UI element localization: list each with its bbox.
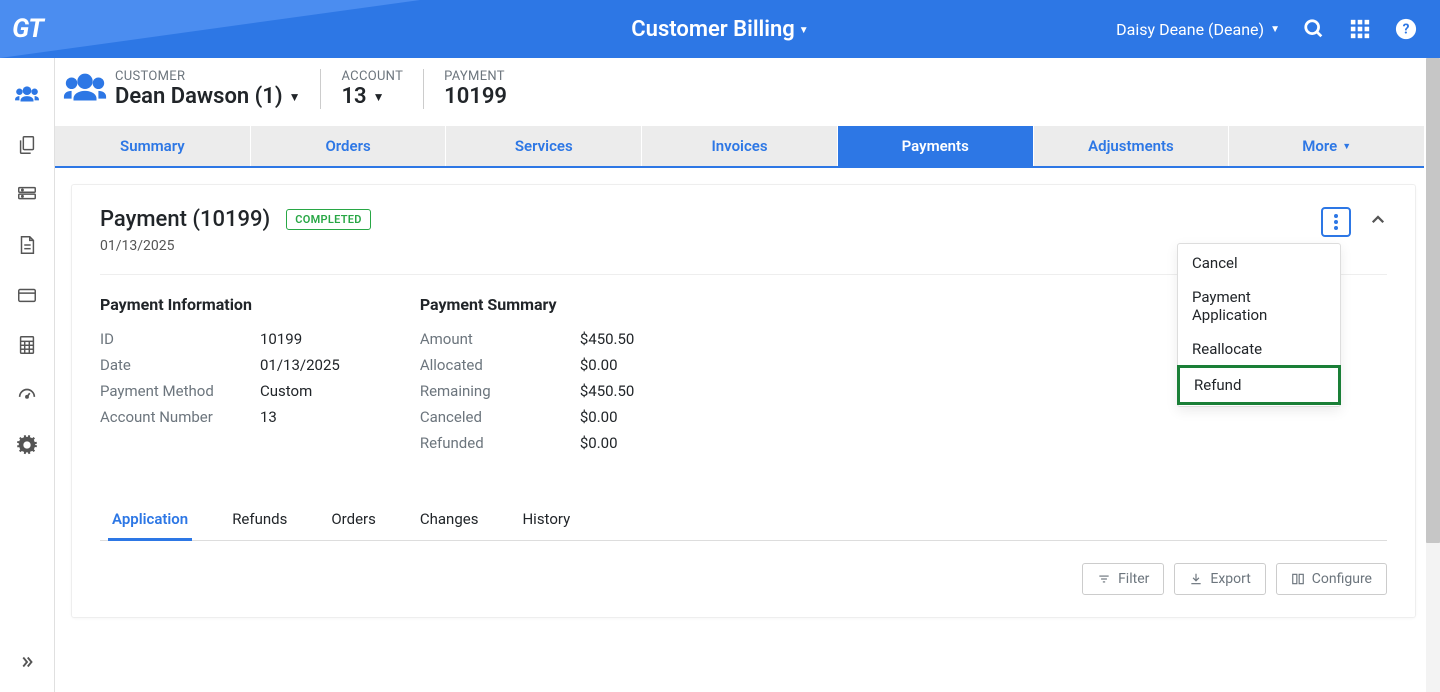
tab-adjustments[interactable]: Adjustments [1033, 126, 1229, 166]
payment-info-title: Payment Information [100, 295, 340, 314]
subtab-application[interactable]: Application [108, 500, 192, 541]
info-method-value: Custom [260, 382, 312, 400]
filter-button[interactable]: Filter [1082, 563, 1164, 595]
summary-amount-value: $450.50 [580, 330, 635, 348]
caret-down-icon: ▼ [1342, 141, 1351, 152]
summary-amount-label: Amount [420, 330, 580, 348]
subtab-orders[interactable]: Orders [327, 500, 380, 540]
collapse-card-button[interactable] [1369, 211, 1387, 233]
subtab-changes[interactable]: Changes [416, 500, 483, 540]
dropdown-item-reallocate[interactable]: Reallocate [1178, 332, 1340, 366]
customer-icon [55, 66, 115, 112]
tab-more[interactable]: More ▼ [1228, 126, 1424, 166]
info-method-label: Payment Method [100, 382, 260, 400]
tab-invoices[interactable]: Invoices [641, 126, 837, 166]
payment-summary-column: Payment Summary Amount$450.50 Allocated$… [420, 295, 635, 460]
info-account-value: 13 [260, 408, 277, 426]
card-title: Payment (10199) [100, 207, 270, 232]
status-badge: COMPLETED [286, 209, 371, 230]
subtab-history[interactable]: History [518, 500, 574, 540]
top-bar-right: Daisy Deane (Deane) ▼ ? [1116, 17, 1440, 41]
account-label: ACCOUNT [341, 69, 403, 84]
apps-grid-icon[interactable] [1348, 17, 1372, 41]
dropdown-item-payment-application[interactable]: Payment Application [1178, 280, 1340, 332]
sidebar-item-copy[interactable] [0, 120, 55, 170]
svg-text:?: ? [1403, 22, 1410, 38]
sidebar-item-settings[interactable] [0, 420, 55, 470]
summary-allocated-value: $0.00 [580, 356, 618, 374]
customer-value: Dean Dawson (1) [115, 84, 283, 109]
logo-area[interactable]: GT [0, 0, 55, 58]
user-name: Daisy Deane (Deane) [1116, 20, 1264, 39]
app-logo: GT [12, 14, 43, 44]
tab-payments[interactable]: Payments [837, 126, 1033, 166]
sidebar-item-customers[interactable] [0, 70, 55, 120]
table-toolbar: Filter Export Configure [100, 563, 1387, 595]
sidebar-item-dashboard[interactable] [0, 370, 55, 420]
dropdown-item-cancel[interactable]: Cancel [1178, 246, 1340, 280]
summary-remaining-value: $450.50 [580, 382, 635, 400]
header-accent [0, 0, 420, 58]
left-sidebar [0, 58, 55, 692]
header-customer-block[interactable]: CUSTOMER Dean Dawson (1) ▼ [115, 69, 320, 109]
scrollbar-thumb[interactable] [1426, 58, 1440, 543]
payment-value: 10199 [444, 84, 507, 109]
sidebar-item-payments[interactable] [0, 270, 55, 320]
tab-orders[interactable]: Orders [250, 126, 446, 166]
payment-summary-title: Payment Summary [420, 295, 635, 314]
caret-down-icon: ▼ [799, 25, 809, 36]
caret-down-icon: ▼ [373, 90, 385, 104]
filter-label: Filter [1118, 571, 1149, 587]
info-account-label: Account Number [100, 408, 260, 426]
sidebar-item-documents[interactable] [0, 220, 55, 270]
main-tabs: Summary Orders Services Invoices Payment… [55, 126, 1424, 168]
sub-tabs: Application Refunds Orders Changes Histo… [100, 500, 1387, 541]
summary-refunded-label: Refunded [420, 434, 580, 452]
configure-label: Configure [1312, 571, 1372, 587]
sidebar-item-calculator[interactable] [0, 320, 55, 370]
payment-card: Payment (10199) COMPLETED 01/13/2025 Can [71, 184, 1416, 618]
main-content: CUSTOMER Dean Dawson (1) ▼ ACCOUNT 13 ▼ … [55, 58, 1440, 692]
page-header: CUSTOMER Dean Dawson (1) ▼ ACCOUNT 13 ▼ … [55, 58, 1424, 126]
subtab-refunds[interactable]: Refunds [228, 500, 291, 540]
info-date-label: Date [100, 356, 260, 374]
tab-more-label: More [1302, 137, 1337, 155]
caret-down-icon: ▼ [1270, 24, 1280, 35]
header-account-block[interactable]: ACCOUNT 13 ▼ [320, 69, 423, 109]
header-payment-block: PAYMENT 10199 [423, 69, 527, 109]
sidebar-item-servers[interactable] [0, 170, 55, 220]
summary-allocated-label: Allocated [420, 356, 580, 374]
summary-refunded-value: $0.00 [580, 434, 618, 452]
info-date-value: 01/13/2025 [260, 356, 340, 374]
info-id-value: 10199 [260, 330, 302, 348]
scrollbar-track[interactable] [1426, 58, 1440, 692]
card-actions-menu-button[interactable] [1321, 207, 1351, 237]
caret-down-icon: ▼ [289, 90, 301, 104]
summary-canceled-label: Canceled [420, 408, 580, 426]
sidebar-expand-toggle[interactable] [0, 646, 55, 678]
card-date: 01/13/2025 [100, 238, 371, 254]
dropdown-item-refund[interactable]: Refund [1177, 365, 1341, 405]
payment-information-column: Payment Information ID10199 Date01/13/20… [100, 295, 340, 460]
info-id-label: ID [100, 330, 260, 348]
summary-canceled-value: $0.00 [580, 408, 618, 426]
export-label: Export [1210, 571, 1250, 587]
user-menu[interactable]: Daisy Deane (Deane) ▼ [1116, 20, 1280, 39]
customer-label: CUSTOMER [115, 69, 300, 84]
card-actions-dropdown: Cancel Payment Application Reallocate Re… [1177, 243, 1341, 407]
payment-label: PAYMENT [444, 69, 507, 84]
tab-services[interactable]: Services [445, 126, 641, 166]
account-value: 13 [341, 84, 366, 109]
app-title: Customer Billing [631, 17, 795, 42]
export-button[interactable]: Export [1174, 563, 1265, 595]
tab-summary[interactable]: Summary [55, 126, 250, 166]
summary-remaining-label: Remaining [420, 382, 580, 400]
search-icon[interactable] [1302, 17, 1326, 41]
configure-button[interactable]: Configure [1276, 563, 1387, 595]
help-icon[interactable]: ? [1394, 17, 1418, 41]
top-bar: GT Customer Billing ▼ Daisy Deane (Deane… [0, 0, 1440, 58]
app-title-dropdown[interactable]: Customer Billing ▼ [631, 17, 808, 42]
